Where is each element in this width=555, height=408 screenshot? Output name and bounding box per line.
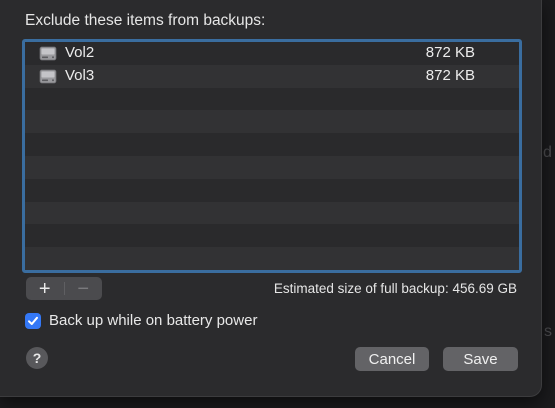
empty-list-row xyxy=(25,156,519,179)
background-text: d xyxy=(543,144,552,161)
empty-list-row xyxy=(25,201,519,225)
battery-checkbox[interactable] xyxy=(25,312,41,329)
item-size: 872 KB xyxy=(425,66,475,84)
item-name: Vol2 xyxy=(65,44,95,61)
sheet-heading: Exclude these items from backups: xyxy=(25,12,266,29)
exclusions-list-rows: Vol2 872 KB Vol3 872 KB xyxy=(25,42,519,270)
add-item-button[interactable]: + xyxy=(26,277,64,300)
list-item[interactable]: Vol2 872 KB xyxy=(25,42,519,65)
empty-list-row xyxy=(25,224,519,248)
battery-option[interactable]: Back up while on battery power xyxy=(25,312,257,329)
add-remove-control: + − xyxy=(26,277,102,300)
exclusions-list[interactable]: Vol2 872 KB Vol3 872 KB xyxy=(22,39,522,273)
cancel-button[interactable]: Cancel xyxy=(355,347,429,371)
remove-item-button[interactable]: − xyxy=(65,277,103,300)
empty-list-row xyxy=(25,110,519,134)
exclusions-sheet: Exclude these items from backups: Vol2 87… xyxy=(0,0,542,397)
item-name: Vol3 xyxy=(65,66,95,84)
empty-list-row xyxy=(25,247,519,270)
disk-icon xyxy=(39,69,57,84)
save-button[interactable]: Save xyxy=(443,347,518,371)
empty-list-row xyxy=(25,133,519,156)
empty-list-row xyxy=(25,87,519,111)
background-text: s xyxy=(544,323,552,340)
battery-checkbox-label[interactable]: Back up while on battery power xyxy=(49,312,257,329)
item-size: 872 KB xyxy=(425,44,475,61)
help-button[interactable]: ? xyxy=(26,347,48,369)
empty-list-row xyxy=(25,178,519,202)
disk-icon xyxy=(39,46,57,61)
estimated-size-label: Estimated size of full backup: 456.69 GB xyxy=(273,281,517,296)
list-item[interactable]: Vol3 872 KB xyxy=(25,64,519,88)
checkmark-icon xyxy=(28,316,38,325)
